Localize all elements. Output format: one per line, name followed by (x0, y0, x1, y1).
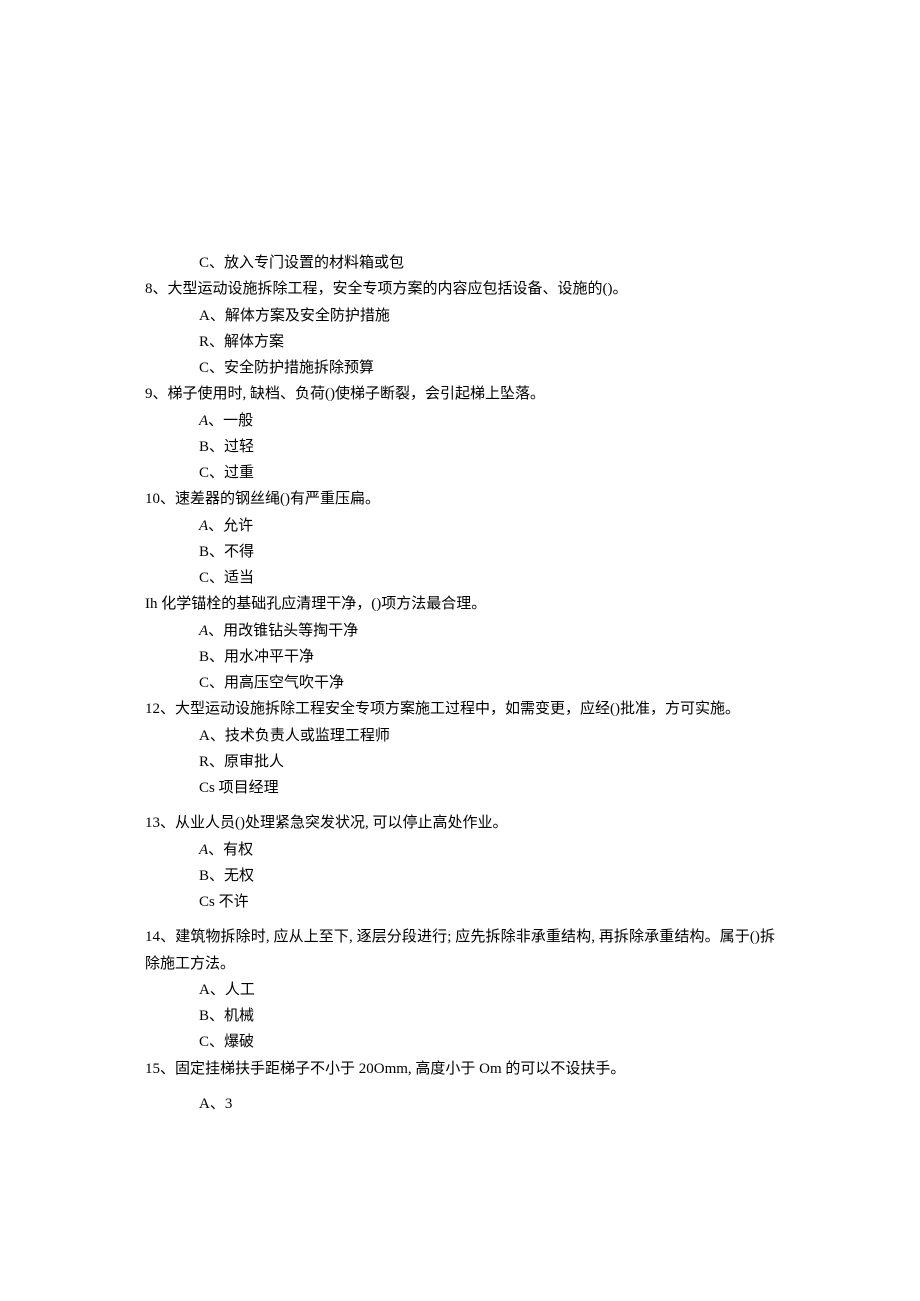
italic-A: A (199, 623, 208, 639)
q9-option-c: C、过重 (199, 460, 775, 486)
q9-option-a: A、一般 (199, 408, 775, 434)
q9-option-a-text: 、一般 (208, 413, 253, 429)
q14-option-c: C、爆破 (199, 1029, 775, 1055)
q12-option-c: Cs 项目经理 (199, 775, 775, 801)
question-13: 13、从业人员()处理紧急突发状况, 可以停止高处作业。 (145, 810, 775, 836)
document-page: C、放入专门设置的材料箱或包 8、大型运动设施拆除工程，安全专项方案的内容应包括… (0, 0, 920, 1301)
question-11: Ih 化学锚栓的基础孔应清理干净，()项方法最合理。 (145, 591, 775, 617)
q10-option-a: A、允许 (199, 513, 775, 539)
q11-option-a: A、用改锥钻头等掏干净 (199, 618, 775, 644)
spacer (145, 801, 775, 810)
q11-option-c: C、用高压空气吹干净 (199, 670, 775, 696)
italic-A: A (199, 413, 208, 429)
prior-option-c: C、放入专门设置的材料箱或包 (199, 250, 775, 276)
q12-option-b: R、原审批人 (199, 749, 775, 775)
q8-option-b: R、解体方案 (199, 329, 775, 355)
q13-option-c: Cs 不许 (199, 889, 775, 915)
question-10: 10、速差器的钢丝绳()有严重压扁。 (145, 486, 775, 512)
q13-option-a-text: 、有权 (208, 842, 253, 858)
q11-option-b: B、用水冲平干净 (199, 644, 775, 670)
spacer (145, 1082, 775, 1091)
q12-option-a: A、技术负责人或监理工程师 (199, 723, 775, 749)
q15-option-a: A、3 (199, 1091, 775, 1117)
q10-option-b: B、不得 (199, 539, 775, 565)
q9-option-b: B、过轻 (199, 434, 775, 460)
question-14: 14、建筑物拆除时, 应从上至下, 逐层分段进行; 应先拆除非承重结构, 再拆除… (145, 924, 775, 977)
q8-option-a: A、解体方案及安全防护措施 (199, 303, 775, 329)
q13-option-a: A、有权 (199, 837, 775, 863)
italic-A: A (199, 518, 208, 534)
q14-option-a: A、人工 (199, 977, 775, 1003)
q8-option-c: C、安全防护措施拆除预算 (199, 355, 775, 381)
spacer (145, 915, 775, 924)
question-15: 15、固定挂梯扶手距梯子不小于 20Omm, 高度小于 Om 的可以不设扶手。 (145, 1056, 775, 1082)
q10-option-a-text: 、允许 (208, 518, 253, 534)
question-12: 12、大型运动设施拆除工程安全专项方案施工过程中，如需变更，应经()批准，方可实… (145, 696, 775, 722)
question-8: 8、大型运动设施拆除工程，安全专项方案的内容应包括设备、设施的()。 (145, 276, 775, 302)
q10-option-c: C、适当 (199, 565, 775, 591)
q13-option-b: B、无权 (199, 863, 775, 889)
italic-A: A (199, 842, 208, 858)
q14-option-b: B、机械 (199, 1003, 775, 1029)
question-9: 9、梯子使用时, 缺档、负荷()使梯子断裂，会引起梯上坠落。 (145, 381, 775, 407)
q11-option-a-text: 、用改锥钻头等掏干净 (208, 623, 358, 639)
